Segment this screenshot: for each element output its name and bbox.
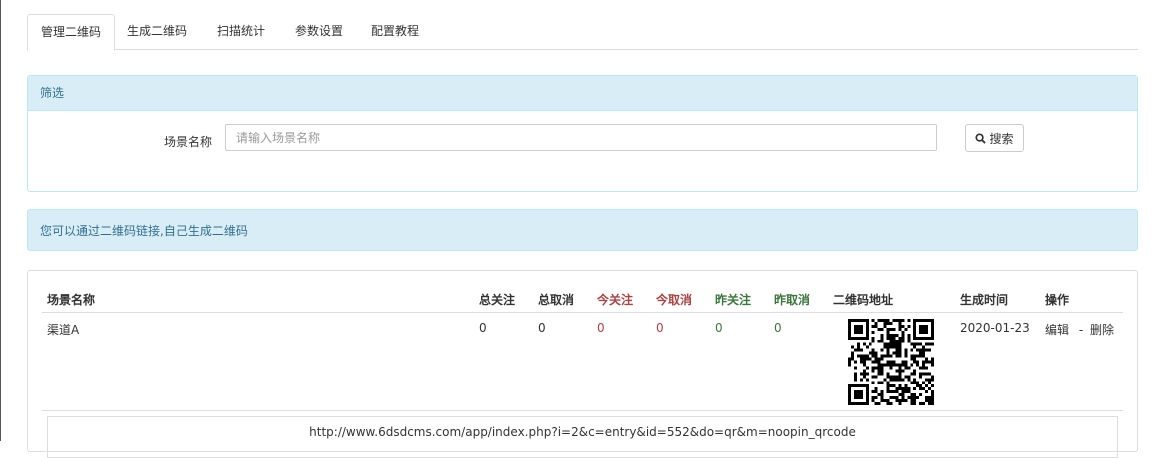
header-qr-url: 二维码地址 bbox=[833, 293, 894, 307]
row-divider bbox=[42, 410, 1123, 411]
row-scene-name: 渠道A bbox=[47, 323, 80, 337]
row-total-cancel: 0 bbox=[538, 321, 546, 335]
tab-manage-qr[interactable]: 管理二维码 bbox=[27, 14, 115, 51]
scene-name-label: 场景名称 bbox=[164, 135, 213, 149]
search-button[interactable]: 搜索 bbox=[965, 124, 1024, 152]
header-today-cancel: 今取消 bbox=[656, 293, 693, 307]
qr-url-text: http://www.6dsdcms.com/app/index.php?i=2… bbox=[47, 416, 1118, 458]
header-today-follow: 今关注 bbox=[597, 293, 634, 307]
header-actions: 操作 bbox=[1045, 293, 1070, 307]
header-created: 生成时间 bbox=[960, 293, 1009, 307]
row-created: 2020-01-23 bbox=[960, 321, 1030, 335]
info-alert-text: 您可以通过二维码链接,自己生成二维码 bbox=[40, 224, 248, 238]
qr-code-modules bbox=[848, 319, 934, 405]
search-icon bbox=[975, 132, 987, 144]
tab-generate-qr[interactable]: 生成二维码 bbox=[119, 14, 195, 48]
nav-tabs: 管理二维码 生成二维码 扫描统计 参数设置 配置教程 bbox=[27, 14, 1138, 51]
delete-link[interactable]: 删除 bbox=[1090, 323, 1114, 337]
qr-table-panel: 场景名称 总关注 总取消 今关注 今取消 昨关注 昨取消 二维码地址 生成时间 … bbox=[27, 270, 1138, 458]
header-yesterday-follow: 昨关注 bbox=[715, 293, 752, 307]
filter-panel-title: 筛选 bbox=[28, 76, 1137, 111]
row-yesterday-follow: 0 bbox=[715, 321, 723, 335]
tab-param-settings[interactable]: 参数设置 bbox=[287, 14, 351, 48]
scene-name-input[interactable] bbox=[225, 124, 937, 151]
filter-panel: 筛选 场景名称 搜索 bbox=[27, 75, 1138, 192]
window-left-border bbox=[0, 0, 1, 441]
row-actions: 编辑 - 删除 bbox=[1045, 321, 1114, 338]
header-scene-name: 场景名称 bbox=[47, 293, 96, 307]
header-divider bbox=[42, 312, 1123, 313]
qr-code-image bbox=[848, 319, 934, 405]
edit-link[interactable]: 编辑 bbox=[1045, 323, 1069, 337]
search-button-label: 搜索 bbox=[989, 131, 1014, 146]
tab-config-tutorial[interactable]: 配置教程 bbox=[363, 14, 427, 48]
row-today-follow: 0 bbox=[597, 321, 605, 335]
header-total-follow: 总关注 bbox=[479, 293, 516, 307]
action-separator: - bbox=[1078, 323, 1084, 337]
header-total-cancel: 总取消 bbox=[538, 293, 575, 307]
row-total-follow: 0 bbox=[479, 321, 487, 335]
header-yesterday-cancel: 昨取消 bbox=[774, 293, 811, 307]
info-alert: 您可以通过二维码链接,自己生成二维码 bbox=[27, 209, 1138, 251]
tab-scan-stats[interactable]: 扫描统计 bbox=[207, 14, 275, 48]
row-today-cancel: 0 bbox=[656, 321, 664, 335]
row-yesterday-cancel: 0 bbox=[774, 321, 782, 335]
